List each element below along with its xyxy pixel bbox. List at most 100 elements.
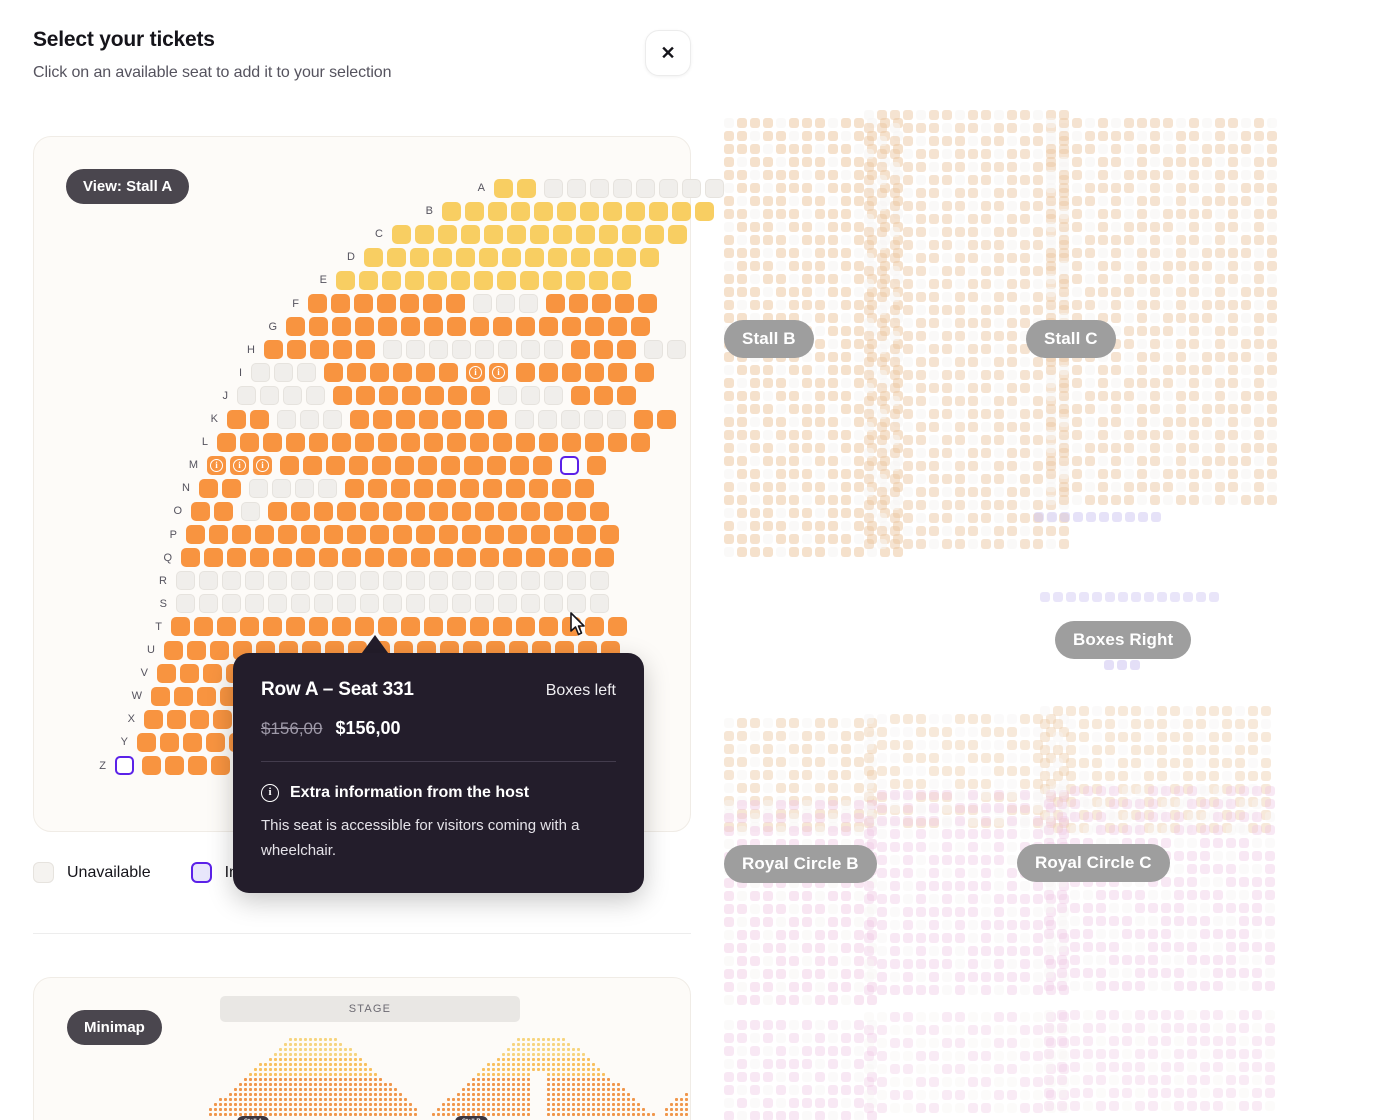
seat-available[interactable]	[571, 386, 590, 406]
seat-available[interactable]	[484, 224, 503, 244]
seat-available[interactable]	[204, 548, 223, 568]
seat-available[interactable]	[429, 501, 448, 521]
seat-available[interactable]	[400, 294, 419, 313]
seat-available[interactable]: i	[230, 455, 249, 475]
seat-available[interactable]	[393, 525, 412, 544]
seat-available[interactable]	[592, 294, 611, 313]
seat-available[interactable]	[488, 409, 507, 429]
seat-available[interactable]	[483, 478, 502, 498]
venue-zone-pill[interactable]: Stall B	[724, 320, 814, 358]
seat-available[interactable]	[287, 340, 306, 360]
seat-available[interactable]	[194, 617, 213, 637]
seat-available[interactable]	[309, 432, 328, 452]
seat-available[interactable]	[457, 548, 476, 568]
seat-available[interactable]	[416, 363, 435, 383]
seat-available[interactable]	[506, 478, 525, 498]
seat-available[interactable]	[424, 432, 443, 452]
seat-available[interactable]	[333, 386, 352, 406]
seat-available[interactable]	[301, 525, 320, 544]
seat-available[interactable]	[365, 548, 384, 568]
seat-available[interactable]	[296, 548, 315, 568]
seat-available[interactable]	[485, 525, 504, 544]
seat-available[interactable]	[585, 363, 604, 383]
seat-available[interactable]	[439, 525, 458, 544]
venue-zone-pill[interactable]: Royal Circle C	[1017, 844, 1170, 882]
seat-available[interactable]	[411, 548, 430, 568]
seat-available[interactable]	[314, 501, 333, 521]
seat-available[interactable]	[599, 224, 618, 244]
seat-available[interactable]	[190, 709, 209, 729]
seat-available[interactable]	[594, 247, 613, 267]
seat-available[interactable]	[286, 617, 305, 637]
seat-available[interactable]	[433, 247, 452, 267]
seat-available[interactable]	[507, 224, 526, 244]
seat-available[interactable]	[516, 363, 535, 383]
seat-available[interactable]	[356, 386, 375, 406]
seat-available[interactable]	[368, 478, 387, 498]
seat-available[interactable]	[240, 617, 259, 637]
seat-available[interactable]	[539, 317, 558, 337]
seat-available[interactable]	[410, 247, 429, 267]
seat-available[interactable]	[364, 247, 383, 267]
minimap-stall[interactable]: Stall A	[209, 1038, 417, 1120]
seat-available[interactable]	[345, 478, 364, 498]
seat-available[interactable]	[439, 363, 458, 383]
seat-available[interactable]	[487, 455, 506, 475]
seat-available[interactable]	[657, 409, 676, 429]
seat-available[interactable]	[520, 270, 539, 290]
seat-available[interactable]	[554, 525, 573, 544]
seat-available[interactable]	[273, 548, 292, 568]
seat-available[interactable]	[553, 224, 572, 244]
seat-available[interactable]	[617, 247, 636, 267]
seat-available[interactable]	[608, 363, 627, 383]
seat-available[interactable]	[197, 686, 216, 706]
seat-available[interactable]	[462, 525, 481, 544]
seat-available[interactable]	[160, 732, 179, 752]
seat-available[interactable]	[183, 732, 202, 752]
seat-available[interactable]	[268, 501, 287, 521]
seat-available[interactable]	[180, 663, 199, 683]
seat-available[interactable]	[567, 501, 586, 521]
seat-available[interactable]	[181, 548, 200, 568]
seat-available[interactable]	[187, 640, 206, 660]
seat-available[interactable]	[240, 432, 259, 452]
seat-available[interactable]	[645, 224, 664, 244]
seat-available[interactable]	[332, 617, 351, 637]
seat-available[interactable]	[425, 386, 444, 406]
seat-available[interactable]	[502, 247, 521, 267]
seat-available[interactable]	[309, 617, 328, 637]
venue-zone-pill[interactable]: Royal Circle B	[724, 845, 877, 883]
seat-available[interactable]	[590, 501, 609, 521]
seat-available[interactable]	[635, 363, 654, 383]
seat-available[interactable]	[539, 363, 558, 383]
seat-available[interactable]	[370, 525, 389, 544]
seat-available[interactable]	[250, 548, 269, 568]
seat-available[interactable]	[552, 478, 571, 498]
seat-available[interactable]	[531, 525, 550, 544]
seat-available[interactable]	[424, 317, 443, 337]
seat-available[interactable]	[209, 525, 228, 544]
seat-available[interactable]	[539, 432, 558, 452]
seat-available[interactable]	[569, 294, 588, 313]
seat-available[interactable]	[695, 201, 714, 221]
seat-available[interactable]	[479, 247, 498, 267]
seat-available[interactable]	[414, 478, 433, 498]
seat-available[interactable]	[401, 432, 420, 452]
seat-available[interactable]	[615, 294, 634, 313]
seat-available[interactable]	[373, 409, 392, 429]
seat-available[interactable]	[217, 617, 236, 637]
seat-available[interactable]	[326, 455, 345, 475]
seat-available[interactable]	[401, 617, 420, 637]
seat-available[interactable]	[498, 501, 517, 521]
seat-available[interactable]	[557, 201, 576, 221]
seat-available[interactable]	[308, 294, 327, 313]
seat-available[interactable]	[264, 340, 283, 360]
seat-available[interactable]	[622, 224, 641, 244]
seat-available[interactable]	[391, 478, 410, 498]
seat-available[interactable]	[521, 501, 540, 521]
seat-available[interactable]	[378, 432, 397, 452]
seat-available[interactable]	[470, 617, 489, 637]
seat-available[interactable]	[395, 455, 414, 475]
seat-available[interactable]	[649, 201, 668, 221]
seat-available[interactable]	[577, 525, 596, 544]
